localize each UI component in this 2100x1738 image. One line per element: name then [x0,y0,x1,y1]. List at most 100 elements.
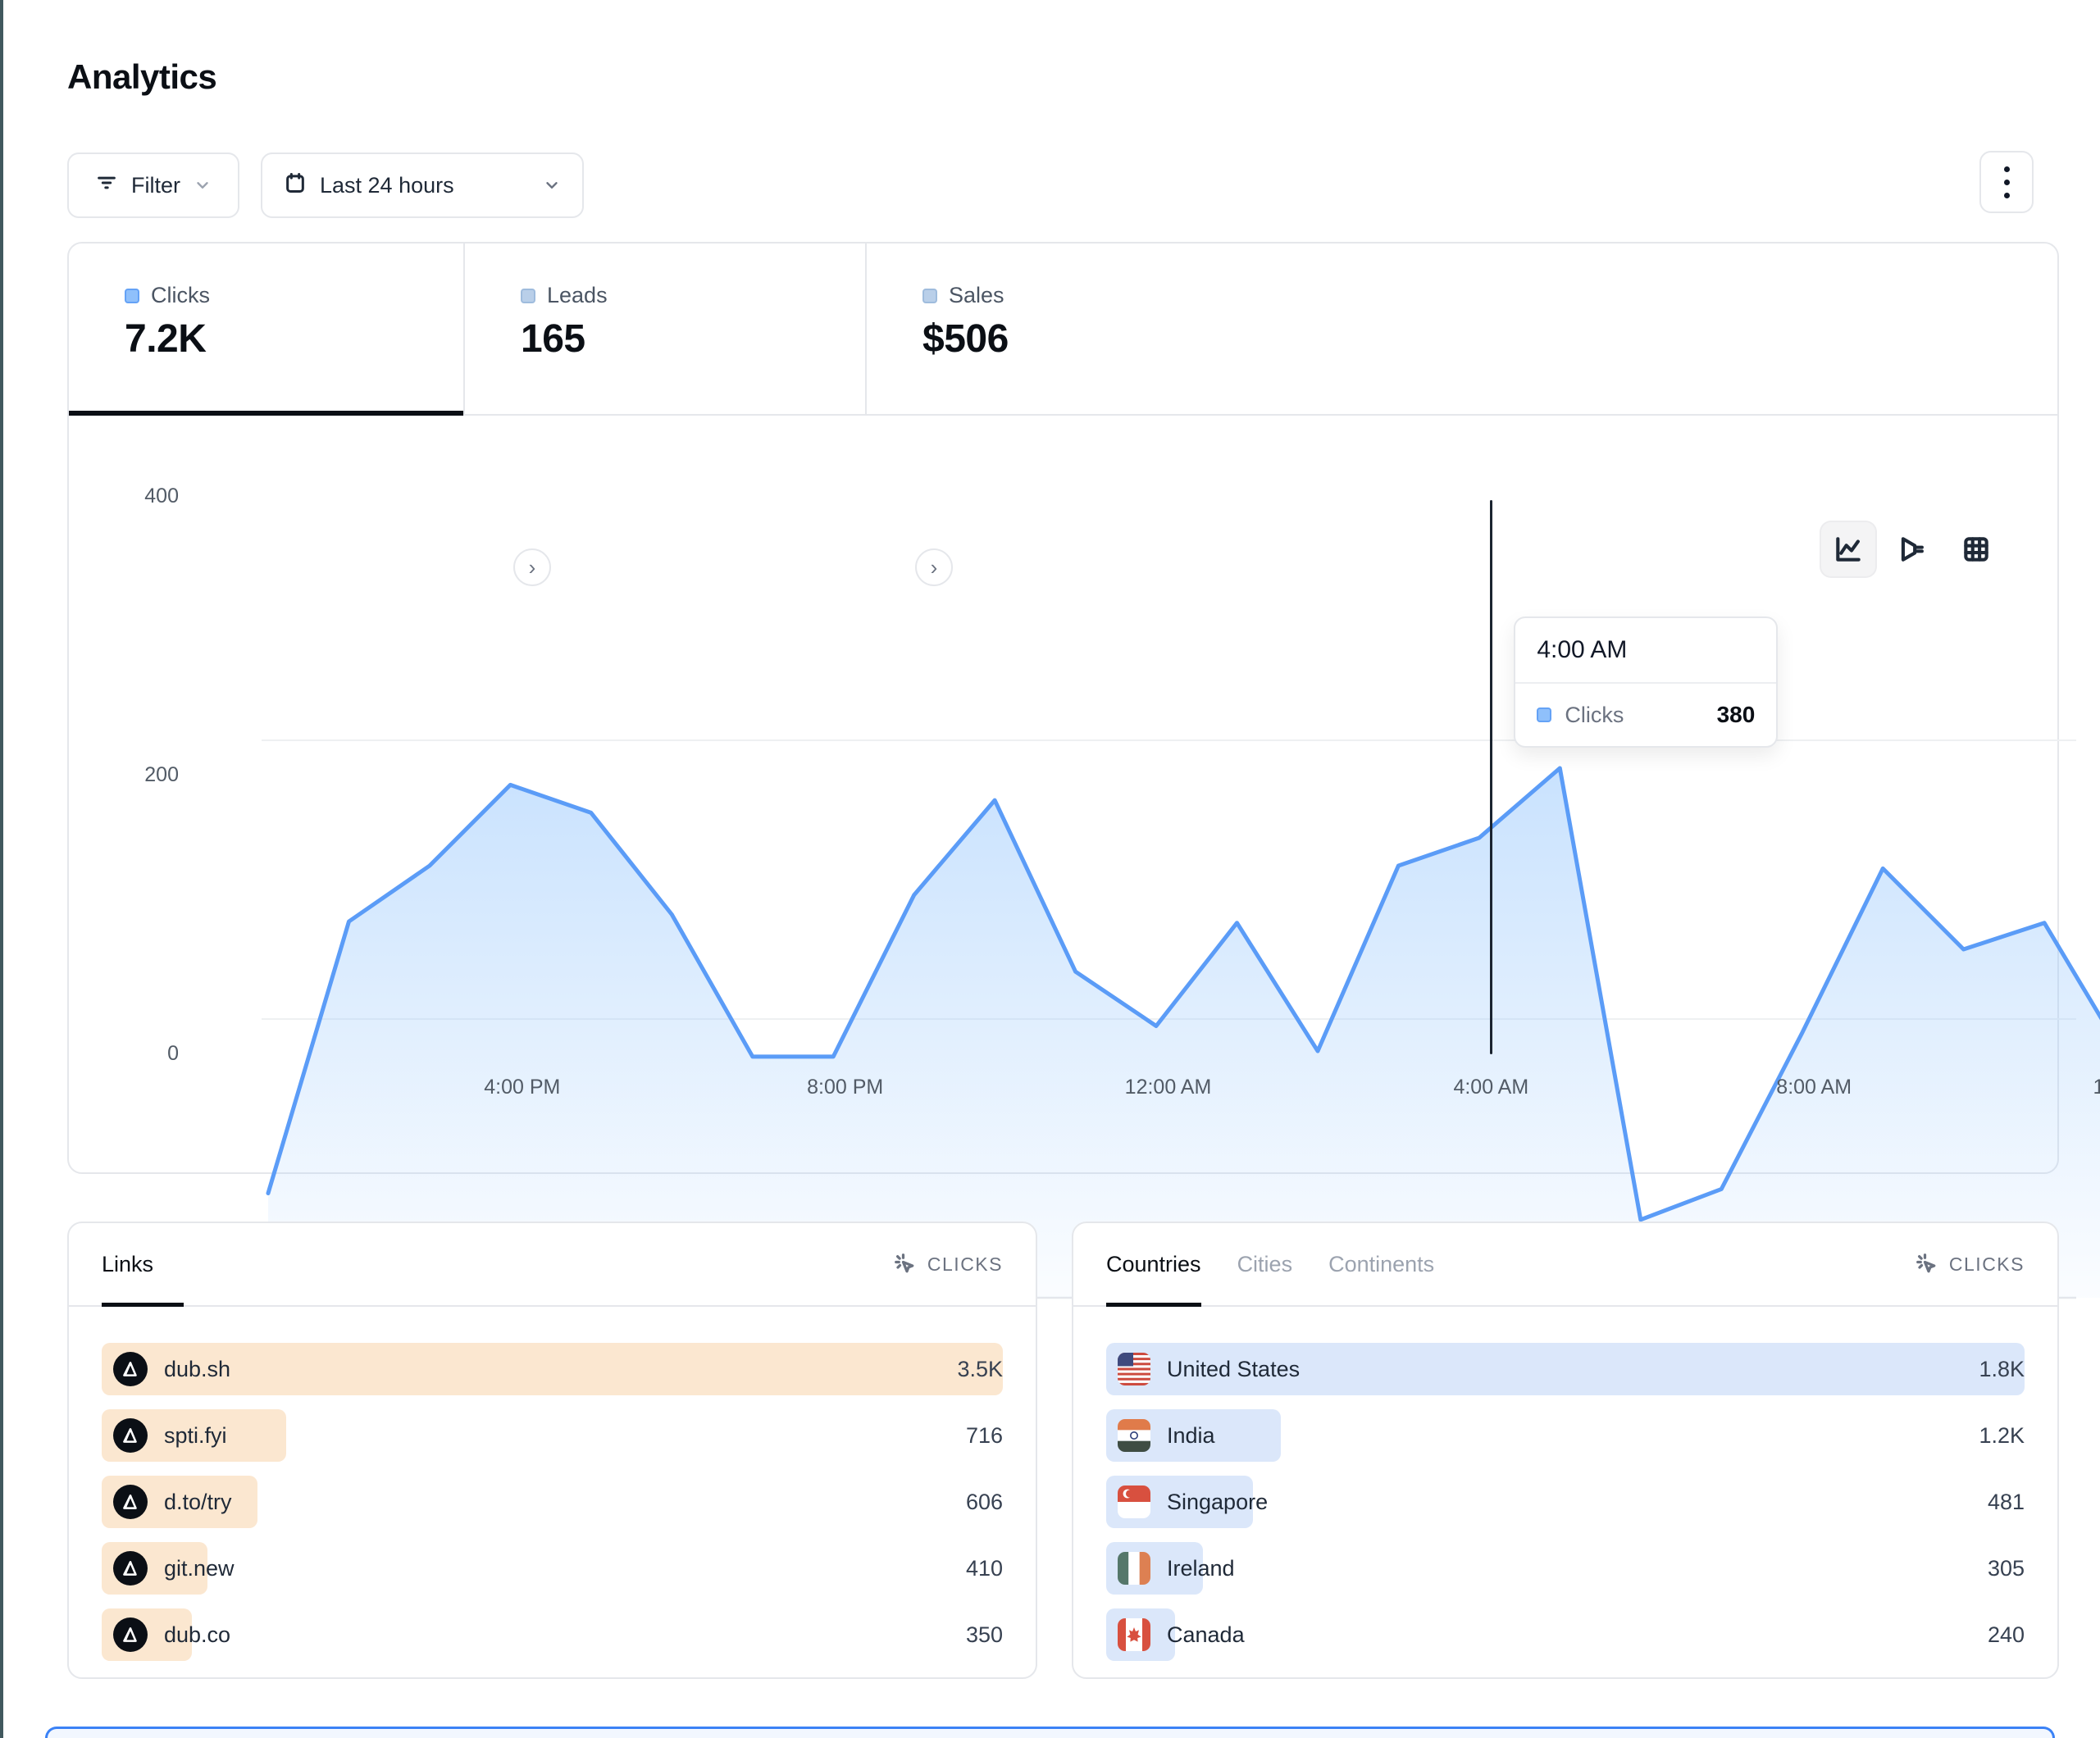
row-label: d.to/try [164,1490,232,1515]
cursor-click-icon [1915,1252,1939,1276]
analytics-page: Analytics Filter Last 24 hours Clicks 7.… [0,0,2100,1738]
filter-button-label: Filter [131,173,180,198]
y-tick-0: 0 [113,1042,179,1066]
countries-panel: Countries Cities Continents CLICKS United … [1072,1222,2059,1679]
funnel-chart-view-button[interactable] [1885,522,1939,576]
clicks-legend-swatch [125,289,139,303]
filter-button[interactable]: Filter [67,152,239,218]
line-chart-icon [1833,534,1864,565]
date-range-label: Last 24 hours [320,173,454,198]
links-panel: Links CLICKS dub.sh 3.5K spti.fyi 716 d.to/t… [67,1222,1037,1679]
tab-countries[interactable]: Countries [1106,1223,1201,1305]
list-item-dub-sh[interactable]: dub.sh 3.5K [102,1343,1003,1395]
row-label: dub.sh [164,1357,230,1382]
row-label: spti.fyi [164,1423,227,1449]
countries-metric-label: CLICKS [1949,1253,2025,1276]
row-value: 1.2K [1979,1409,2025,1462]
tab-cities[interactable]: Cities [1237,1223,1293,1305]
filter-icon [95,171,118,200]
dub-logo-icon [113,1485,148,1519]
line-chart-view-button[interactable] [1821,522,1875,576]
tooltip-series-label: Clicks [1565,703,1703,728]
x-tick-12-00-PM: 12:00 PM [2093,1076,2100,1099]
area-fill [268,768,2100,1298]
tab-sales[interactable]: Sales $506 [867,243,2057,414]
tooltip-value: 380 [1717,702,1756,728]
list-item-singapore[interactable]: Singapore 481 [1106,1476,2025,1528]
sales-tab-label: Sales [949,283,1004,308]
calendar-icon [284,171,307,200]
tab-clicks[interactable]: Clicks 7.2K [69,243,465,414]
list-item-git-new[interactable]: git.new410 [102,1542,1003,1595]
x-tick-4-00-AM: 4:00 AM [1453,1076,1528,1099]
funnel-icon [1897,534,1928,565]
ca-flag-icon [1118,1618,1150,1651]
table-view-button[interactable] [1949,522,2003,576]
list-item-united-states[interactable]: United States 1.8K [1106,1343,2025,1395]
page-title: Analytics [67,57,216,97]
dub-logo-icon [113,1418,148,1453]
row-value: 1.8K [1979,1343,2025,1395]
chevron-down-icon [194,176,212,194]
row-value: 240 [1988,1608,2025,1661]
ie-flag-icon [1118,1552,1150,1585]
sales-legend-swatch [922,289,937,303]
row-label: git.new [164,1556,235,1581]
tooltip-time: 4:00 AM [1515,618,1776,684]
leads-tab-value: 165 [521,316,865,362]
chevron-right-icon: › [529,555,536,580]
row-label: Canada [1167,1622,1245,1648]
bottom-banner-edge[interactable] [45,1727,2055,1738]
row-value: 3.5K [957,1343,1003,1395]
chevron-right-icon: › [931,555,938,580]
grid-icon [1961,534,1992,565]
date-range-button[interactable]: Last 24 hours [261,152,584,218]
sales-tab-value: $506 [922,316,2057,362]
expand-clicks-button[interactable]: › [513,548,551,586]
tooltip-legend-swatch [1537,707,1551,722]
list-item-ireland[interactable]: Ireland305 [1106,1542,2025,1595]
row-label: United States [1167,1357,1300,1382]
row-label: dub.co [164,1622,230,1648]
list-item-dub-co[interactable]: dub.co 350 [102,1608,1003,1661]
y-tick-200: 200 [113,763,179,787]
row-label: Ireland [1167,1556,1235,1581]
row-label: India [1167,1423,1215,1449]
list-item-canada[interactable]: Canada 240 [1106,1608,2025,1661]
cursor-click-icon [893,1252,918,1276]
stats-tabs-row: Clicks 7.2K Leads 165 Sales $506 [69,243,2057,416]
tab-continents[interactable]: Continents [1328,1223,1434,1305]
chart-crosshair [1490,500,1492,1054]
y-tick-400: 400 [113,485,179,508]
links-metric-selector[interactable]: CLICKS [893,1252,1003,1276]
x-tick-12-00-AM: 12:00 AM [1125,1076,1212,1099]
leads-legend-swatch [521,289,535,303]
links-metric-label: CLICKS [927,1253,1003,1276]
x-tick-8-00-AM: 8:00 AM [1776,1076,1852,1099]
row-value: 350 [966,1608,1003,1661]
clicks-area-chart[interactable] [262,703,2076,1298]
row-value: 481 [1988,1476,2025,1528]
list-item-d-to-try[interactable]: d.to/try 606 [102,1476,1003,1528]
dub-logo-icon [113,1617,148,1652]
more-options-button[interactable] [1979,151,2034,213]
list-item-india[interactable]: India 1.2K [1106,1409,2025,1462]
clicks-tab-label: Clicks [151,283,210,308]
row-value: 716 [966,1409,1003,1462]
dub-logo-icon [113,1352,148,1386]
expand-leads-button[interactable]: › [915,548,953,586]
chart-view-toggles [1821,522,2003,576]
list-item-spti-fyi[interactable]: spti.fyi 716 [102,1409,1003,1462]
leads-tab-label: Leads [547,283,608,308]
dub-logo-icon [113,1551,148,1586]
countries-metric-selector[interactable]: CLICKS [1915,1252,2025,1276]
row-value: 606 [966,1476,1003,1528]
in-flag-icon [1118,1419,1150,1452]
row-label: Singapore [1167,1490,1268,1515]
x-tick-4-00-PM: 4:00 PM [484,1076,560,1099]
tab-leads[interactable]: Leads 165 [465,243,867,414]
kebab-icon [2004,166,2010,172]
sg-flag-icon [1118,1485,1150,1518]
chevron-down-icon [543,176,561,194]
tab-links[interactable]: Links [102,1223,153,1305]
